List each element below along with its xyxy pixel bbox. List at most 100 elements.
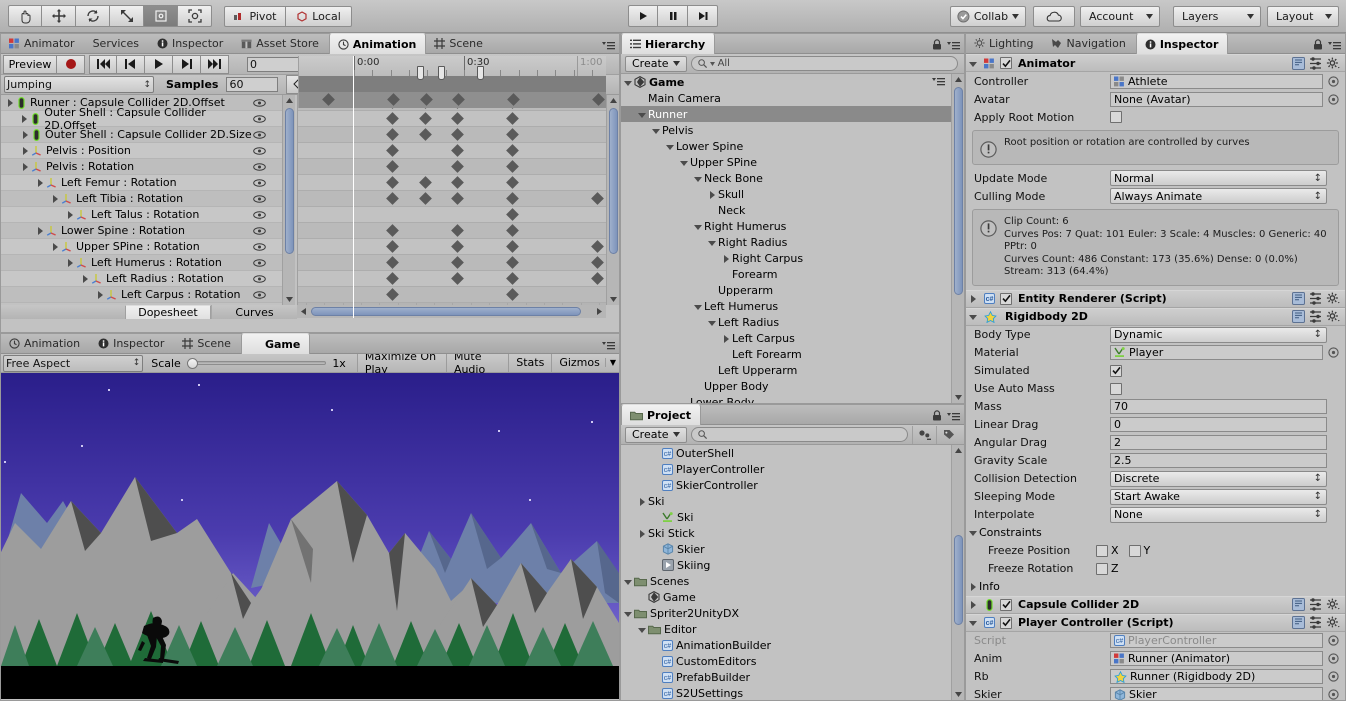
tab-hierarchy[interactable]: Hierarchy [621, 33, 716, 54]
animation-curve-row[interactable]: Lower Spine : Rotation [1, 223, 282, 239]
mute-audio-button[interactable]: Mute Audio [445, 350, 509, 376]
keyframe-diamond[interactable] [386, 128, 399, 141]
prev-frame-button[interactable] [117, 54, 145, 74]
project-scrollbar[interactable] [951, 445, 964, 700]
animation-curve-row[interactable]: Left Femur : Rotation [1, 175, 282, 191]
play-animation-button[interactable] [145, 54, 173, 74]
disclosure-triangle[interactable] [651, 125, 662, 136]
hierarchy-item-forearm[interactable]: Forearm [621, 266, 951, 282]
hierarchy-item-main-camera[interactable]: Main Camera [621, 90, 951, 106]
object-picker-icon[interactable] [1327, 75, 1340, 87]
keyframe-diamond[interactable] [591, 192, 604, 205]
object-field[interactable]: c# PlayerController [1110, 633, 1323, 648]
disclosure-triangle[interactable] [637, 528, 648, 539]
hierarchy-item-left-radius[interactable]: Left Radius [621, 314, 951, 330]
disclosure-triangle[interactable] [693, 221, 704, 232]
scale-tool-button[interactable] [110, 5, 144, 27]
inspector-row-update-mode[interactable]: Update Mode Normal [966, 169, 1345, 187]
project-item-customeditors[interactable]: c# CustomEditors [621, 653, 951, 669]
project-item-s2usettings[interactable]: c# S2USettings [621, 685, 951, 700]
keyframe-diamond[interactable] [419, 112, 432, 125]
checkbox-z[interactable] [1096, 562, 1108, 575]
hierarchy-item-lower-spine[interactable]: Lower Spine [621, 138, 951, 154]
help-book-icon[interactable] [1292, 292, 1305, 305]
keyframe-diamond[interactable] [507, 93, 520, 106]
disclosure-triangle[interactable] [707, 317, 718, 328]
eye-icon[interactable] [253, 146, 266, 155]
playhead-line[interactable] [353, 56, 354, 318]
disclosure-triangle[interactable] [679, 157, 690, 168]
keyframe-grid[interactable] [297, 95, 606, 305]
eye-icon[interactable] [253, 114, 266, 123]
scroll-down-arrow[interactable] [608, 294, 619, 305]
panel-menu-icon[interactable] [947, 42, 960, 51]
keyframe-diamond[interactable] [506, 176, 519, 189]
layout-button[interactable]: Layout [1267, 6, 1339, 27]
inspector-row-anim[interactable]: Anim Runner (Animator) [966, 650, 1345, 668]
keyframe-diamond[interactable] [386, 176, 399, 189]
inspector-row-mass[interactable]: Mass 70 [966, 398, 1345, 416]
disclosure-triangle[interactable] [50, 241, 61, 252]
keyframe-diamond[interactable] [506, 224, 519, 237]
inspector-row-collision-detection[interactable]: Collision Detection Discrete [966, 470, 1345, 488]
disclosure-triangle[interactable] [623, 608, 634, 619]
inspector-row-gravity-scale[interactable]: Gravity Scale 2.5 [966, 452, 1345, 470]
keyframe-diamond[interactable] [451, 128, 464, 141]
disclosure-triangle[interactable] [65, 209, 76, 220]
eye-icon[interactable] [253, 98, 266, 107]
project-item-animationbuilder[interactable]: c# AnimationBuilder [621, 637, 951, 653]
component-enabled-checkbox[interactable] [1000, 292, 1012, 305]
component-header-player-controller-script[interactable]: c# Player Controller (Script) [966, 613, 1345, 632]
keyframe-diamond[interactable] [591, 256, 604, 269]
disclosure-triangle[interactable] [968, 617, 979, 628]
disclosure-triangle[interactable] [637, 496, 648, 507]
inspector-tabbar[interactable]: Lighting Navigation Inspector [966, 33, 1345, 54]
keyframe-row[interactable] [298, 159, 606, 175]
disclosure-triangle[interactable] [623, 576, 634, 587]
dopesheet-mode-tabs[interactable]: Dopesheet Curves [1, 305, 297, 319]
keyframe-diamond[interactable] [419, 176, 432, 189]
keyframe-diamond[interactable] [451, 272, 464, 285]
animation-tabbar[interactable]: Animator Services Inspector Asset Store Anim… [1, 33, 619, 54]
filter-by-type-button[interactable] [912, 425, 936, 444]
keyframe-row[interactable] [298, 111, 606, 127]
animation-event-marker[interactable] [438, 66, 445, 80]
keyframe-diamond[interactable] [419, 128, 432, 141]
keyframe-diamond[interactable] [506, 288, 519, 301]
object-picker-icon[interactable] [1327, 689, 1340, 700]
help-book-icon[interactable] [1292, 310, 1305, 323]
gear-icon[interactable] [1326, 598, 1340, 611]
keyframe-diamond[interactable] [452, 93, 465, 106]
object-field[interactable]: Player [1110, 345, 1323, 360]
hscrollbar-thumb[interactable] [311, 307, 581, 316]
hierarchy-item-upper-body[interactable]: Upper Body [621, 378, 951, 394]
inspector-row-interpolate[interactable]: Interpolate None [966, 506, 1345, 524]
object-picker-icon[interactable] [1327, 93, 1340, 105]
project-toolbar[interactable]: Create [621, 425, 964, 445]
hierarchy-search-input[interactable]: All [690, 56, 958, 71]
disclosure-triangle[interactable] [20, 129, 31, 140]
tab-asset-store[interactable]: Asset Store [233, 34, 329, 53]
text-field[interactable]: 2 [1110, 435, 1327, 450]
gear-icon[interactable] [1326, 292, 1340, 305]
hierarchy-item-pelvis[interactable]: Pelvis [621, 122, 951, 138]
gear-icon[interactable] [1326, 616, 1340, 629]
panel-menu-icon[interactable] [602, 42, 615, 51]
animation-event-marker[interactable] [477, 66, 484, 80]
hierarchy-item-skull[interactable]: Skull [621, 186, 951, 202]
inspector-row-skier[interactable]: Skier Skier [966, 686, 1345, 700]
tab-services[interactable]: Services [85, 34, 149, 53]
eye-icon[interactable] [253, 226, 266, 235]
keyframe-diamond[interactable] [387, 93, 400, 106]
hierarchy-item-upperarm[interactable]: Upperarm [621, 282, 951, 298]
mode-tab-dopesheet[interactable]: Dopesheet [125, 305, 211, 319]
gear-icon[interactable] [1326, 57, 1340, 70]
inspector-row-info[interactable]: Info [966, 578, 1345, 596]
object-field[interactable]: Runner (Rigidbody 2D) [1110, 669, 1323, 684]
tab-inspector[interactable]: Inspector [1135, 33, 1229, 54]
keyframe-diamond[interactable] [506, 144, 519, 157]
hierarchy-item-left-carpus[interactable]: Left Carpus [621, 330, 951, 346]
scrollbar-thumb[interactable] [954, 535, 963, 625]
gear-icon[interactable] [1326, 310, 1340, 323]
pivot-rotation-group[interactable]: Pivot Local [224, 6, 352, 27]
